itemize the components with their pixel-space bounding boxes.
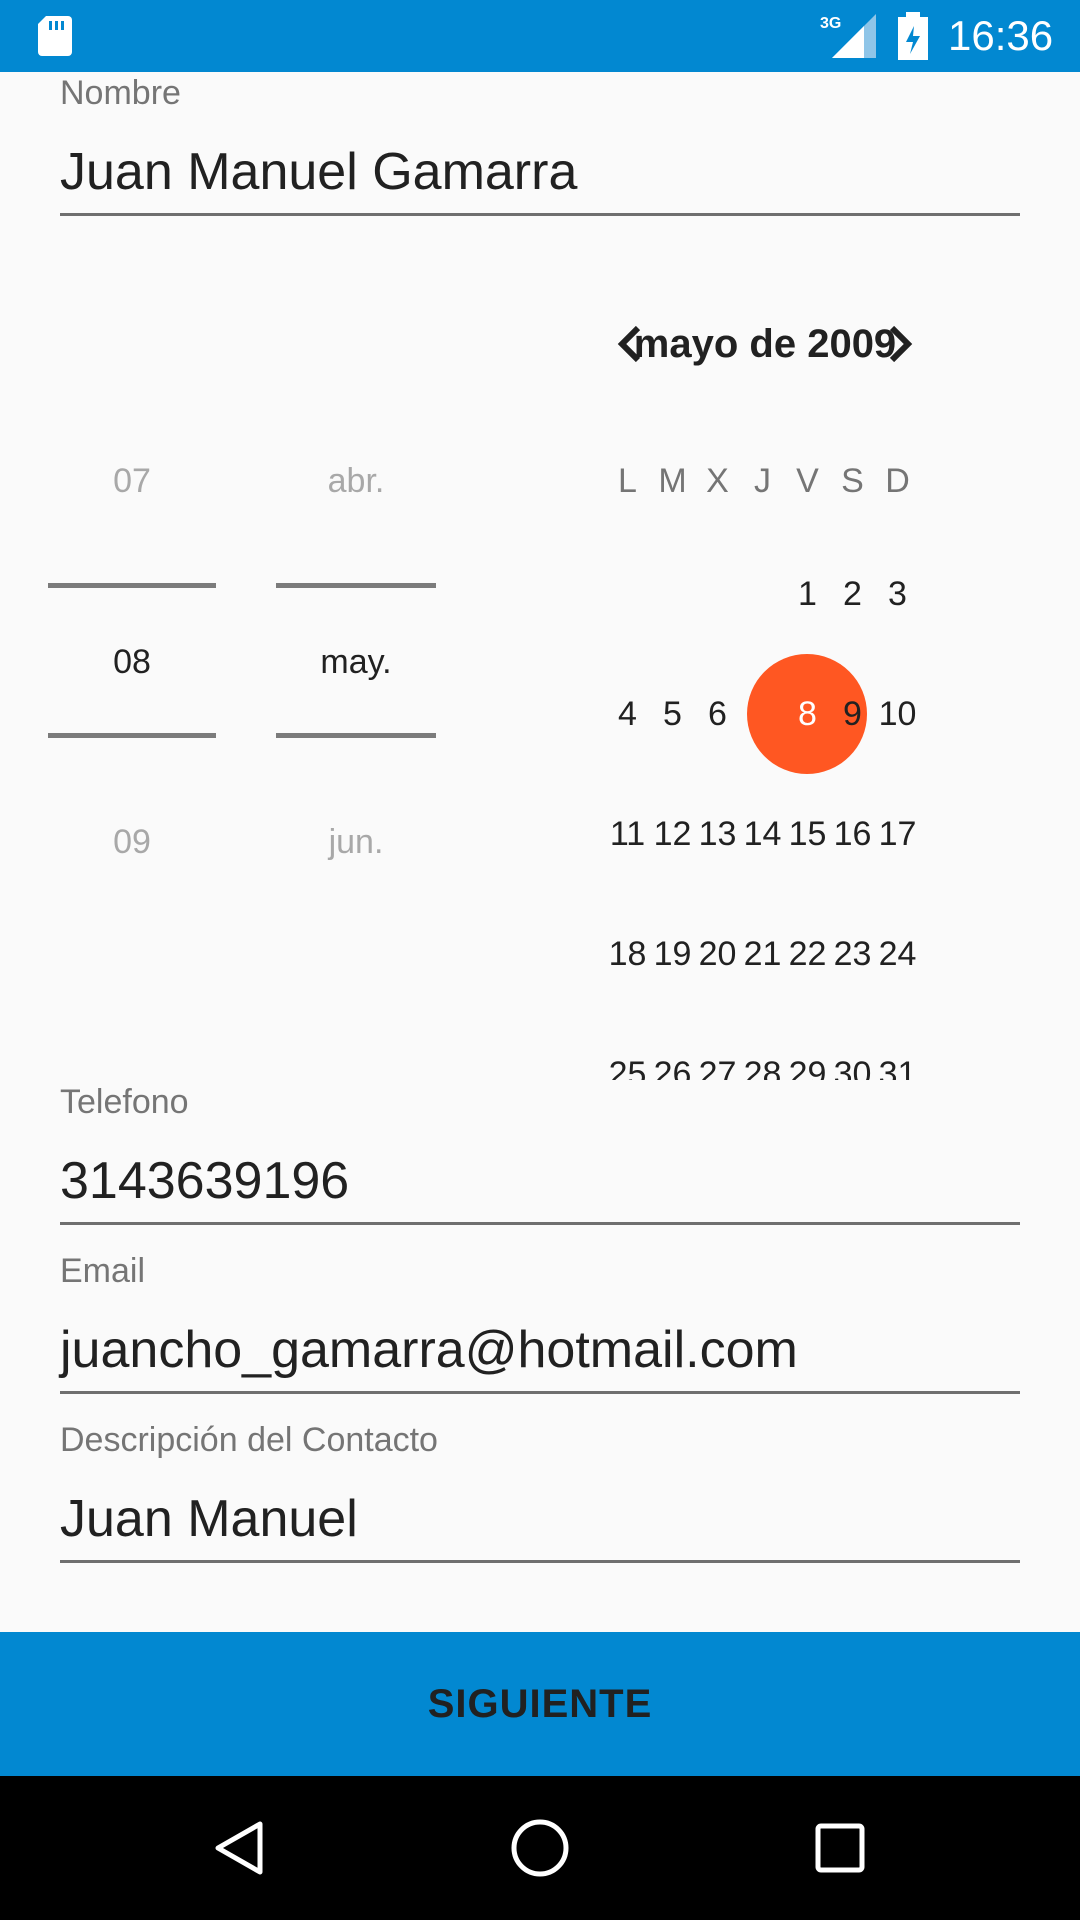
calendar-day[interactable]: 2	[830, 575, 875, 614]
calendar-day[interactable]: 17	[875, 815, 920, 854]
month-spinner-divider-top	[276, 583, 436, 588]
chevron-right-icon[interactable]	[886, 326, 916, 362]
calendar-day[interactable]: 16	[830, 815, 875, 854]
calendar-day[interactable]: 10	[875, 695, 920, 734]
calendar-day[interactable]: 4	[605, 695, 650, 734]
telefono-input[interactable]: 3143639196	[60, 1151, 349, 1211]
day-spinner-next[interactable]: 09	[48, 823, 216, 862]
calendar-day[interactable]: 6	[695, 695, 740, 734]
calendar-day[interactable]: 24	[875, 935, 920, 974]
calendar-day[interactable]: 1	[785, 575, 830, 614]
telefono-underline	[60, 1222, 1020, 1225]
month-spinner-selected[interactable]: may.	[276, 643, 436, 682]
status-bar: 3G 16:36	[0, 0, 1080, 72]
nombre-input[interactable]: Juan Manuel Gamarra	[60, 142, 577, 202]
nombre-label: Nombre	[60, 74, 181, 112]
calendar-month-title: mayo de 2009	[633, 322, 897, 366]
descripcion-input[interactable]: Juan Manuel	[60, 1489, 358, 1549]
calendar-day[interactable]: 13	[695, 815, 740, 854]
day-spinner-divider-top	[48, 583, 216, 588]
calendar-day[interactable]: 31	[875, 1055, 920, 1080]
calendar-day[interactable]: 20	[695, 935, 740, 974]
calendar-day[interactable]: 30	[830, 1055, 875, 1080]
sd-card-icon	[38, 16, 72, 56]
siguiente-button[interactable]: SIGUIENTE	[0, 1632, 1080, 1776]
calendar-day[interactable]: 22	[785, 935, 830, 974]
navigation-bar	[0, 1776, 1080, 1920]
calendar-day[interactable]: 28	[740, 1055, 785, 1080]
recents-icon[interactable]	[808, 1816, 872, 1880]
day-spinner-previous[interactable]: 07	[48, 462, 216, 501]
calendar-day[interactable]: 12	[650, 815, 695, 854]
clock: 16:36	[948, 12, 1054, 59]
calendar-day[interactable]: 21	[740, 935, 785, 974]
calendar-day[interactable]: 25	[605, 1055, 650, 1080]
calendar-day[interactable]: 19	[650, 935, 695, 974]
battery-charging-icon	[898, 12, 928, 60]
calendar-day[interactable]: 18	[605, 935, 650, 974]
network-type: 3G	[820, 15, 841, 32]
calendar-day[interactable]: 9	[830, 695, 875, 734]
calendar-day[interactable]: 29	[785, 1055, 830, 1080]
month-spinner-previous[interactable]: abr.	[276, 462, 436, 501]
day-spinner-selected[interactable]: 08	[48, 643, 216, 682]
email-label: Email	[60, 1252, 146, 1290]
calendar-day[interactable]: 27	[695, 1055, 740, 1080]
descripcion-label: Descripción del Contacto	[60, 1421, 438, 1459]
month-spinner-next[interactable]: jun.	[276, 823, 436, 862]
calendar-day[interactable]: 15	[785, 815, 830, 854]
calendar-day[interactable]: 14	[740, 815, 785, 854]
weekday-label: S	[841, 462, 864, 500]
calendar-day-selected[interactable]: 8	[785, 695, 830, 734]
calendar-day[interactable]: 23	[830, 935, 875, 974]
weekday-label: M	[658, 462, 687, 500]
signal-icon: 3G	[820, 14, 876, 58]
calendar-day[interactable]: 3	[875, 575, 920, 614]
telefono-label: Telefono	[60, 1083, 189, 1121]
weekday-label: L	[618, 462, 637, 500]
back-icon[interactable]	[208, 1816, 272, 1880]
weekday-label: V	[796, 462, 819, 500]
email-underline	[60, 1391, 1020, 1394]
weekday-label: J	[754, 462, 771, 500]
calendar-day[interactable]: 26	[650, 1055, 695, 1080]
nombre-underline	[60, 213, 1020, 216]
weekday-label: D	[885, 462, 910, 500]
month-spinner-divider-bottom	[276, 733, 436, 738]
calendar-day[interactable]: 11	[605, 815, 650, 854]
calendar-header: mayo de 2009	[604, 316, 924, 372]
email-input[interactable]: juancho_gamarra@hotmail.com	[60, 1320, 798, 1380]
calendar-day[interactable]: 5	[650, 695, 695, 734]
calendar-grid: LMXJVSD123456789101112131415161718192021…	[590, 440, 930, 1080]
weekday-label: X	[706, 462, 729, 500]
descripcion-underline	[60, 1560, 1020, 1563]
day-spinner-divider-bottom	[48, 733, 216, 738]
home-icon[interactable]	[508, 1816, 572, 1880]
